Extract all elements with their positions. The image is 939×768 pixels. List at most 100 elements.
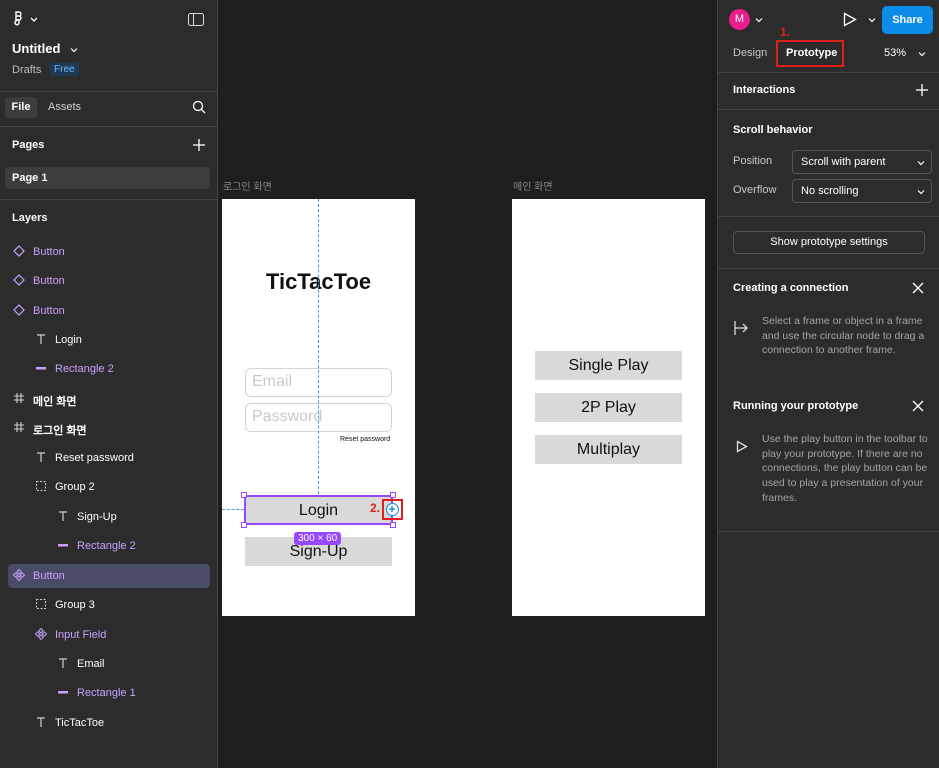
toggle-sidebar-icon[interactable] [188, 13, 204, 26]
text-layer-icon [35, 716, 47, 728]
group-icon [35, 598, 47, 610]
overflow-select[interactable]: No scrolling [792, 179, 932, 203]
position-label: Position [733, 155, 773, 167]
component-icon [34, 627, 48, 641]
layer-label: 메인 화면 [33, 396, 77, 408]
layer-item[interactable]: Rectangle 2 [8, 534, 210, 558]
size-badge: 300 × 60 [294, 532, 342, 545]
chevron-down-icon[interactable] [918, 49, 926, 61]
rectangle-icon [35, 362, 47, 374]
page-item-label: Page 1 [12, 172, 48, 184]
group-icon [35, 480, 47, 492]
layer-label: Button [33, 305, 65, 317]
layer-label: Button [33, 275, 65, 287]
layer-item[interactable]: Rectangle 2 [8, 357, 210, 381]
layer-item[interactable]: Group 3 [8, 593, 210, 617]
chevron-down-icon[interactable] [755, 15, 763, 27]
tab-prototype-label: Prototype [786, 47, 838, 59]
close-icon[interactable] [912, 400, 924, 415]
layer-label: Group 3 [55, 599, 95, 611]
creating-connection-text: Select a frame or object in a frame and … [762, 315, 925, 357]
position-select-value: Scroll with parent [801, 156, 886, 168]
layer-item[interactable]: Group 2 [8, 475, 210, 499]
resize-handle[interactable] [390, 492, 396, 498]
play-icon[interactable] [843, 12, 857, 30]
layer-item[interactable]: Reset password [8, 446, 210, 470]
two-player-play-button[interactable]: 2P Play [535, 393, 682, 422]
single-play-button[interactable]: Single Play [535, 351, 682, 380]
zoom-level[interactable]: 53% [884, 47, 906, 59]
search-icon[interactable] [192, 100, 206, 117]
component-instance-icon [13, 274, 25, 286]
creating-connection-heading: Creating a connection [733, 282, 849, 294]
layer-item[interactable]: Button [8, 269, 210, 293]
text-layer-icon [35, 451, 47, 463]
layer-label: Input Field [55, 629, 107, 641]
layer-label: Rectangle 1 [77, 687, 136, 699]
text-layer-icon [57, 657, 69, 669]
add-connection-node-icon[interactable] [386, 503, 399, 516]
layer-label: Button [33, 570, 65, 582]
avatar[interactable]: M [729, 9, 750, 30]
layer-label: Reset password [55, 452, 134, 464]
horizontal-guide [222, 509, 244, 510]
file-title[interactable]: Untitled [12, 41, 60, 56]
layer-label: 로그인 화면 [33, 425, 87, 437]
layer-item[interactable]: Email [8, 652, 210, 676]
position-select[interactable]: Scroll with parent [792, 150, 932, 174]
resize-handle[interactable] [241, 522, 247, 528]
chevron-down-icon[interactable] [70, 45, 78, 57]
layer-item[interactable]: Sign-Up [8, 505, 210, 529]
running-prototype-text: Use the play button in the toolbar to pl… [762, 433, 928, 504]
layer-label: Rectangle 2 [55, 363, 114, 375]
layer-item[interactable]: Input Field [8, 623, 210, 647]
multiplay-button[interactable]: Multiplay [535, 435, 682, 464]
connection-icon [733, 319, 751, 340]
tab-design[interactable]: Design [733, 47, 767, 59]
layer-item[interactable]: 로그인 화면 [8, 416, 210, 440]
layer-item[interactable]: Button [8, 299, 210, 323]
tab-prototype[interactable]: Prototype [776, 40, 844, 67]
layer-item[interactable]: Login [8, 328, 210, 352]
overflow-select-value: No scrolling [801, 185, 859, 197]
layer-item[interactable]: Button [8, 564, 210, 588]
share-button[interactable]: Share [882, 6, 933, 34]
resize-handle[interactable] [241, 492, 247, 498]
layer-item[interactable]: Rectangle 1 [8, 681, 210, 705]
layer-item[interactable]: Button [8, 240, 210, 264]
show-prototype-settings-button[interactable]: Show prototype settings [733, 231, 925, 254]
drafts-label[interactable]: Drafts [12, 64, 41, 76]
layer-item[interactable]: TicTacToe [8, 711, 210, 735]
main-frame-label[interactable]: 메인 화면 [513, 178, 553, 193]
page-item-current[interactable]: Page 1 [5, 167, 210, 189]
add-interaction-icon[interactable] [916, 84, 928, 99]
frame-icon [13, 421, 25, 433]
layers-panel: Untitled Drafts Free File Assets Pages P… [0, 0, 218, 768]
rectangle-icon [57, 539, 69, 551]
interactions-heading: Interactions [733, 84, 796, 96]
login-frame-label[interactable]: 로그인 화면 [223, 178, 272, 193]
tab-assets[interactable]: Assets [48, 101, 81, 113]
component-icon [12, 568, 26, 582]
properties-panel: M Share 1. Design Prototype 53% Interact… [717, 0, 939, 768]
add-page-icon[interactable] [193, 139, 205, 154]
tab-file[interactable]: File [5, 97, 37, 118]
component-instance-icon [13, 245, 25, 257]
plan-badge: Free [50, 63, 79, 76]
chevron-down-icon[interactable] [868, 15, 876, 27]
layer-label: TicTacToe [55, 717, 105, 729]
layer-label: Button [33, 246, 65, 258]
close-icon[interactable] [912, 282, 924, 297]
vertical-guide [318, 199, 319, 494]
scroll-behavior-heading: Scroll behavior [733, 124, 813, 136]
resize-handle[interactable] [390, 522, 396, 528]
layer-item[interactable]: 메인 화면 [8, 387, 210, 411]
overflow-label: Overflow [733, 184, 777, 196]
text-layer-icon [57, 510, 69, 522]
figma-logo-icon[interactable] [11, 11, 38, 27]
play-icon [736, 440, 748, 456]
main-frame[interactable]: Single Play 2P Play Multiplay [512, 199, 705, 616]
reset-password-link[interactable]: Reset password [340, 436, 390, 443]
canvas[interactable]: 로그인 화면 메인 화면 TicTacToe Email Password Re… [219, 0, 717, 768]
running-prototype-heading: Running your prototype [733, 400, 859, 412]
